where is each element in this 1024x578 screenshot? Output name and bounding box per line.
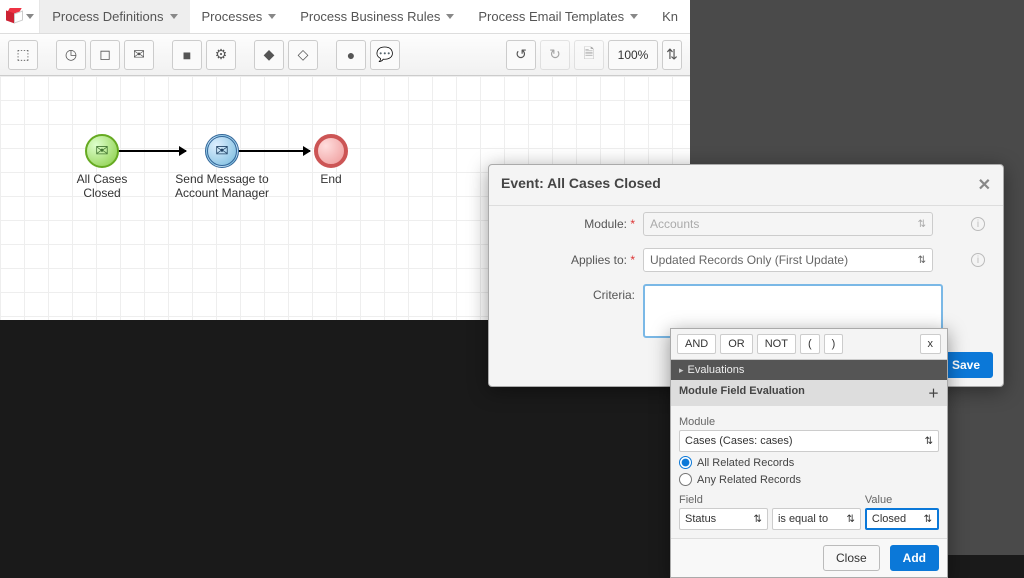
add-button[interactable]: Add	[890, 545, 939, 571]
export-button[interactable]: 🗎	[574, 40, 604, 70]
op-not-button[interactable]: NOT	[757, 334, 796, 354]
tool-save-icon[interactable]: ⬚	[8, 40, 38, 70]
info-icon[interactable]: i	[971, 217, 985, 231]
radio-all-related[interactable]: All Related Records	[679, 456, 939, 469]
zoom-level: 100%	[608, 40, 658, 70]
op-or-button[interactable]: OR	[720, 334, 753, 354]
main-menu-bar: Process Definitions Processes Process Bu…	[0, 0, 690, 34]
undo-button[interactable]: ↺	[506, 40, 536, 70]
logo-icon	[6, 8, 24, 26]
menu-processes[interactable]: Processes	[190, 0, 289, 33]
menu-process-definitions[interactable]: Process Definitions	[40, 0, 189, 33]
node-end-event[interactable]: End	[306, 134, 356, 186]
module-select[interactable]: Accounts ⇅	[643, 212, 933, 236]
field-label: Applies to:	[571, 253, 627, 267]
add-eval-icon[interactable]: ＋	[928, 385, 939, 401]
zoom-stepper[interactable]: ⇅	[662, 40, 682, 70]
caret-down-icon	[170, 14, 178, 19]
tool-gateway-icon[interactable]: ◆	[254, 40, 284, 70]
redo-button[interactable]: ↻	[540, 40, 570, 70]
tool-inbox-icon[interactable]: ◻	[90, 40, 120, 70]
menu-label: Kn	[662, 9, 678, 24]
clear-button[interactable]: x	[920, 334, 942, 354]
tool-gateway2-icon[interactable]: ◇	[288, 40, 318, 70]
close-icon[interactable]: ✕	[978, 175, 991, 195]
menu-process-business-rules[interactable]: Process Business Rules	[288, 0, 466, 33]
menu-truncated[interactable]: Kn	[650, 0, 690, 33]
updown-icon: ⇅	[918, 219, 926, 230]
menu-label: Process Definitions	[52, 9, 163, 24]
evaluations-header[interactable]: Evaluations	[671, 360, 947, 380]
menu-process-email-templates[interactable]: Process Email Templates	[466, 0, 650, 33]
op-and-button[interactable]: AND	[677, 334, 716, 354]
node-label: End	[306, 172, 356, 186]
node-label: All Cases Closed	[62, 172, 142, 200]
start-event-icon: ✉	[85, 134, 119, 168]
tool-end-icon[interactable]: ●	[336, 40, 366, 70]
field-label: Field	[679, 494, 768, 506]
tool-gears-icon[interactable]: ⚙	[206, 40, 236, 70]
module-field-eval-header[interactable]: Module Field Evaluation ＋	[671, 380, 947, 406]
info-icon[interactable]: i	[971, 253, 985, 267]
close-button[interactable]: Close	[823, 545, 880, 571]
radio-any-related[interactable]: Any Related Records	[679, 473, 939, 486]
op-lparen-button[interactable]: (	[800, 334, 820, 354]
node-label: Send Message to Account Manager	[172, 172, 272, 200]
tool-annotation-icon[interactable]: 💬	[370, 40, 400, 70]
node-start-event[interactable]: ✉ All Cases Closed	[62, 134, 142, 200]
eval-field-select[interactable]: Status⇅	[679, 508, 768, 530]
node-intermediate-event[interactable]: ✉ Send Message to Account Manager	[172, 134, 272, 200]
eval-value-select[interactable]: Closed⇅	[865, 508, 939, 530]
caret-down-icon	[26, 14, 34, 19]
caret-down-icon	[268, 14, 276, 19]
field-label: Module	[679, 416, 939, 428]
designer-toolbar: ⬚ ◷ ◻ ✉ ■ ⚙ ◆ ◇ ● 💬 ↺ ↻ 🗎 100% ⇅	[0, 34, 690, 76]
field-label: Criteria:	[503, 284, 643, 302]
field-label: Value	[865, 494, 939, 506]
dialog-title: Event: All Cases Closed	[501, 175, 661, 195]
end-event-icon	[314, 134, 348, 168]
message-event-icon: ✉	[205, 134, 239, 168]
caret-down-icon	[446, 14, 454, 19]
tool-mail-icon[interactable]: ✉	[124, 40, 154, 70]
eval-module-select[interactable]: Cases (Cases: cases)⇅	[679, 430, 939, 452]
criteria-builder-popover: AND OR NOT ( ) x Evaluations Module Fiel…	[670, 328, 948, 578]
field-label: Module:	[584, 217, 627, 231]
applies-to-select[interactable]: Updated Records Only (First Update) ⇅	[643, 248, 933, 272]
updown-icon: ⇅	[918, 255, 926, 266]
tool-stop-icon[interactable]: ■	[172, 40, 202, 70]
select-value: Accounts	[650, 217, 699, 231]
menu-label: Process Business Rules	[300, 9, 440, 24]
menu-label: Processes	[202, 9, 263, 24]
app-logo-menu[interactable]	[0, 0, 40, 33]
menu-label: Process Email Templates	[478, 9, 624, 24]
tool-clock-icon[interactable]: ◷	[56, 40, 86, 70]
eval-operator-select[interactable]: is equal to⇅	[772, 508, 861, 530]
select-value: Updated Records Only (First Update)	[650, 253, 848, 267]
op-rparen-button[interactable]: )	[824, 334, 844, 354]
caret-down-icon	[630, 14, 638, 19]
